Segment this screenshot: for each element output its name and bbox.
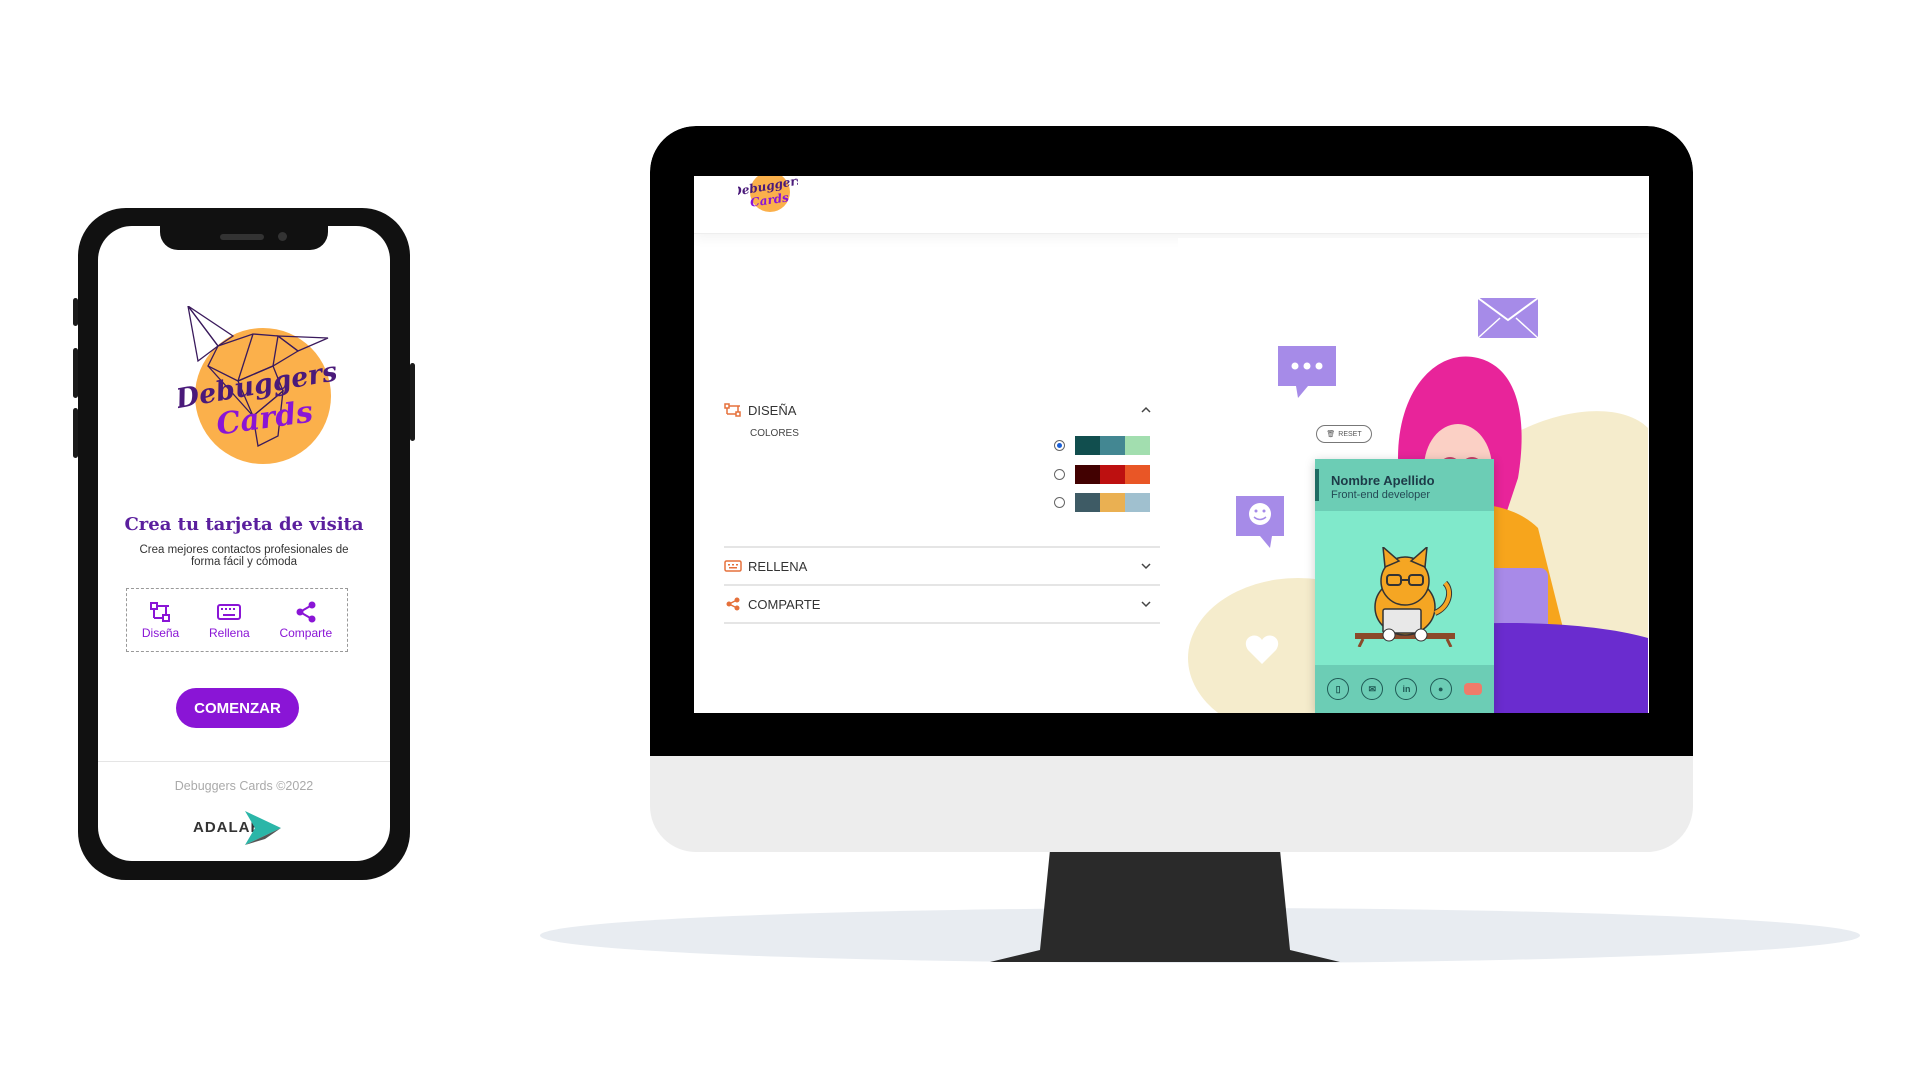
card-header: Nombre Apellido Front-end developer xyxy=(1315,459,1494,511)
desktop-header: Debuggers Cards xyxy=(694,176,1649,234)
palette-radio-1[interactable] xyxy=(1054,440,1065,451)
reset-label: RESET xyxy=(1338,430,1362,438)
preview-card: Nombre Apellido Front-end developer ▯ ✉ … xyxy=(1315,459,1494,713)
section-divider xyxy=(724,546,1160,548)
chevron-down-icon xyxy=(1141,563,1151,570)
swatch xyxy=(1075,436,1100,455)
design-icon xyxy=(149,601,170,622)
card-job: Front-end developer xyxy=(1331,489,1431,501)
start-button[interactable]: COMENZAR xyxy=(176,688,299,728)
phone-volume-up xyxy=(73,348,78,398)
camera xyxy=(278,232,287,241)
section-share-header[interactable]: COMPARTE xyxy=(724,590,1160,618)
palette-option-3[interactable] xyxy=(1054,493,1150,512)
phone-icon[interactable]: ▯ xyxy=(1327,678,1350,700)
palette-option-2[interactable] xyxy=(1054,465,1150,484)
share-icon xyxy=(726,597,740,611)
palette-radio-2[interactable] xyxy=(1054,469,1065,480)
desktop-monitor: Debuggers Cards DISEÑA COLORES RELLENA C… xyxy=(650,126,1693,852)
palette-option-1[interactable] xyxy=(1054,436,1150,455)
page-title: Crea tu tarjeta de visita xyxy=(124,514,364,535)
swatch xyxy=(1125,436,1150,455)
design-panel: DISEÑA COLORES RELLENA COMPARTE xyxy=(724,396,1160,628)
share-icon xyxy=(296,601,316,622)
step-share-label: Comparte xyxy=(279,625,333,640)
keyboard-icon xyxy=(217,603,242,620)
phone-notch xyxy=(160,226,328,250)
github-icon[interactable]: ● xyxy=(1429,678,1452,700)
step-design: Diseña xyxy=(142,601,179,640)
cat-coder-avatar xyxy=(1355,547,1455,647)
desktop-screen: Debuggers Cards DISEÑA COLORES RELLENA C… xyxy=(694,176,1649,713)
reset-button[interactable]: 🗑 RESET xyxy=(1316,425,1372,443)
step-share: Comparte xyxy=(279,601,332,640)
section-fill-label: RELLENA xyxy=(748,558,808,574)
phone-power-button xyxy=(410,363,415,441)
adalab-arrow-icon xyxy=(245,811,281,845)
swatch xyxy=(1075,465,1100,484)
desktop-logo[interactable]: Debuggers Cards xyxy=(738,176,798,216)
section-divider xyxy=(724,584,1160,586)
step-fill: Rellena xyxy=(209,601,250,640)
card-accent-bar xyxy=(1315,469,1319,501)
swatch xyxy=(1075,493,1100,512)
monitor-stand xyxy=(990,850,1340,962)
adalab-logo[interactable]: ADALAB xyxy=(193,809,293,847)
swatch xyxy=(1100,465,1125,484)
mail-icon[interactable]: ✉ xyxy=(1361,678,1384,700)
footer-copyright: Debuggers Cards ©2022 xyxy=(174,779,314,793)
phone-volume-down xyxy=(73,408,78,458)
steps-box: Diseña Rellena Comparte xyxy=(126,588,348,652)
section-design-label: DISEÑA xyxy=(748,402,797,418)
keyboard-icon xyxy=(724,560,742,572)
card-social-icons: ▯ ✉ in ● xyxy=(1315,665,1494,713)
step-design-label: Diseña xyxy=(141,625,180,640)
trash-icon: 🗑 xyxy=(1326,431,1336,438)
avatar-icon[interactable] xyxy=(1463,683,1482,695)
speaker xyxy=(220,234,264,240)
section-design-header[interactable]: DISEÑA xyxy=(724,396,1160,424)
section-divider xyxy=(724,622,1160,624)
chevron-up-icon xyxy=(1141,406,1151,413)
footer-divider xyxy=(98,761,390,762)
section-share-label: COMPARTE xyxy=(748,596,821,612)
swatch xyxy=(1100,493,1125,512)
swatch xyxy=(1125,465,1150,484)
phone-silent-switch xyxy=(73,298,78,326)
chevron-down-icon xyxy=(1141,601,1151,608)
debuggers-cards-logo: Debuggers Cards xyxy=(178,306,336,464)
section-fill-header[interactable]: RELLENA xyxy=(724,552,1160,580)
swatch xyxy=(1100,436,1125,455)
phone-screen: Debuggers Cards Crea tu tarjeta de visit… xyxy=(98,226,390,861)
palette-list xyxy=(724,436,1160,542)
swatch xyxy=(1125,493,1150,512)
palette-radio-3[interactable] xyxy=(1054,497,1065,508)
design-icon xyxy=(724,403,741,417)
card-name: Nombre Apellido xyxy=(1331,473,1435,488)
step-fill-label: Rellena xyxy=(208,625,250,640)
linkedin-icon[interactable]: in xyxy=(1395,678,1418,700)
page-subtitle: Crea mejores contactos profesionales de … xyxy=(139,544,349,568)
